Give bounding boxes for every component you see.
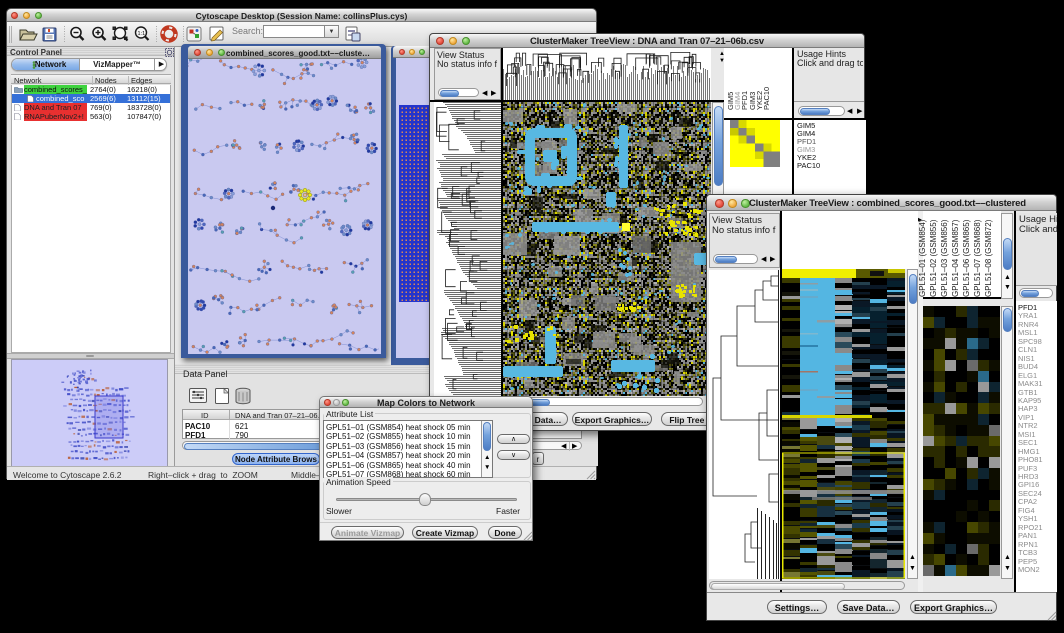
svg-text:1:1: 1:1 bbox=[138, 31, 146, 37]
